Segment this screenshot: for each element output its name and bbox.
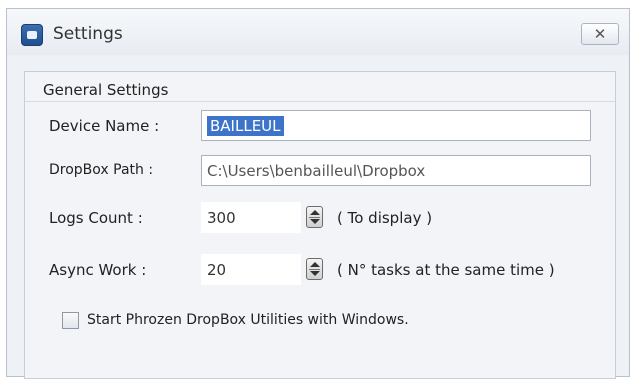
async-work-input[interactable]: 20 [201, 254, 301, 285]
settings-window: Settings ✕ General Settings Device Name … [6, 8, 630, 379]
dropbox-path-input[interactable]: C:\Users\benbailleul\Dropbox [201, 155, 591, 186]
logs-count-hint: ( To display ) [337, 209, 433, 227]
group-title: General Settings [25, 72, 615, 102]
device-name-label: Device Name : [49, 117, 160, 135]
spin-down-icon[interactable] [310, 271, 320, 276]
async-work-label: Async Work : [49, 261, 147, 279]
spin-up-icon[interactable] [310, 262, 320, 267]
logs-count-label: Logs Count : [49, 209, 143, 227]
async-work-spinner[interactable] [306, 258, 323, 280]
logs-count-input[interactable]: 300 [201, 202, 301, 233]
startup-checkbox-label: Start Phrozen DropBox Utilities with Win… [87, 312, 409, 328]
title-bar: Settings ✕ [7, 9, 629, 55]
async-work-hint: ( N° tasks at the same time ) [337, 261, 555, 279]
close-button[interactable]: ✕ [581, 23, 619, 45]
device-name-input[interactable]: BAILLEUL [201, 110, 591, 141]
startup-checkbox[interactable] [62, 312, 79, 329]
device-name-value: BAILLEUL [207, 116, 284, 136]
general-settings-group: General Settings Device Name : BAILLEUL … [24, 71, 616, 379]
logs-count-spinner[interactable] [306, 206, 323, 228]
app-icon [21, 24, 43, 46]
spin-down-icon[interactable] [310, 219, 320, 224]
dropbox-path-label: DropBox Path : [49, 162, 154, 178]
window-title: Settings [53, 24, 123, 44]
spin-up-icon[interactable] [310, 210, 320, 215]
